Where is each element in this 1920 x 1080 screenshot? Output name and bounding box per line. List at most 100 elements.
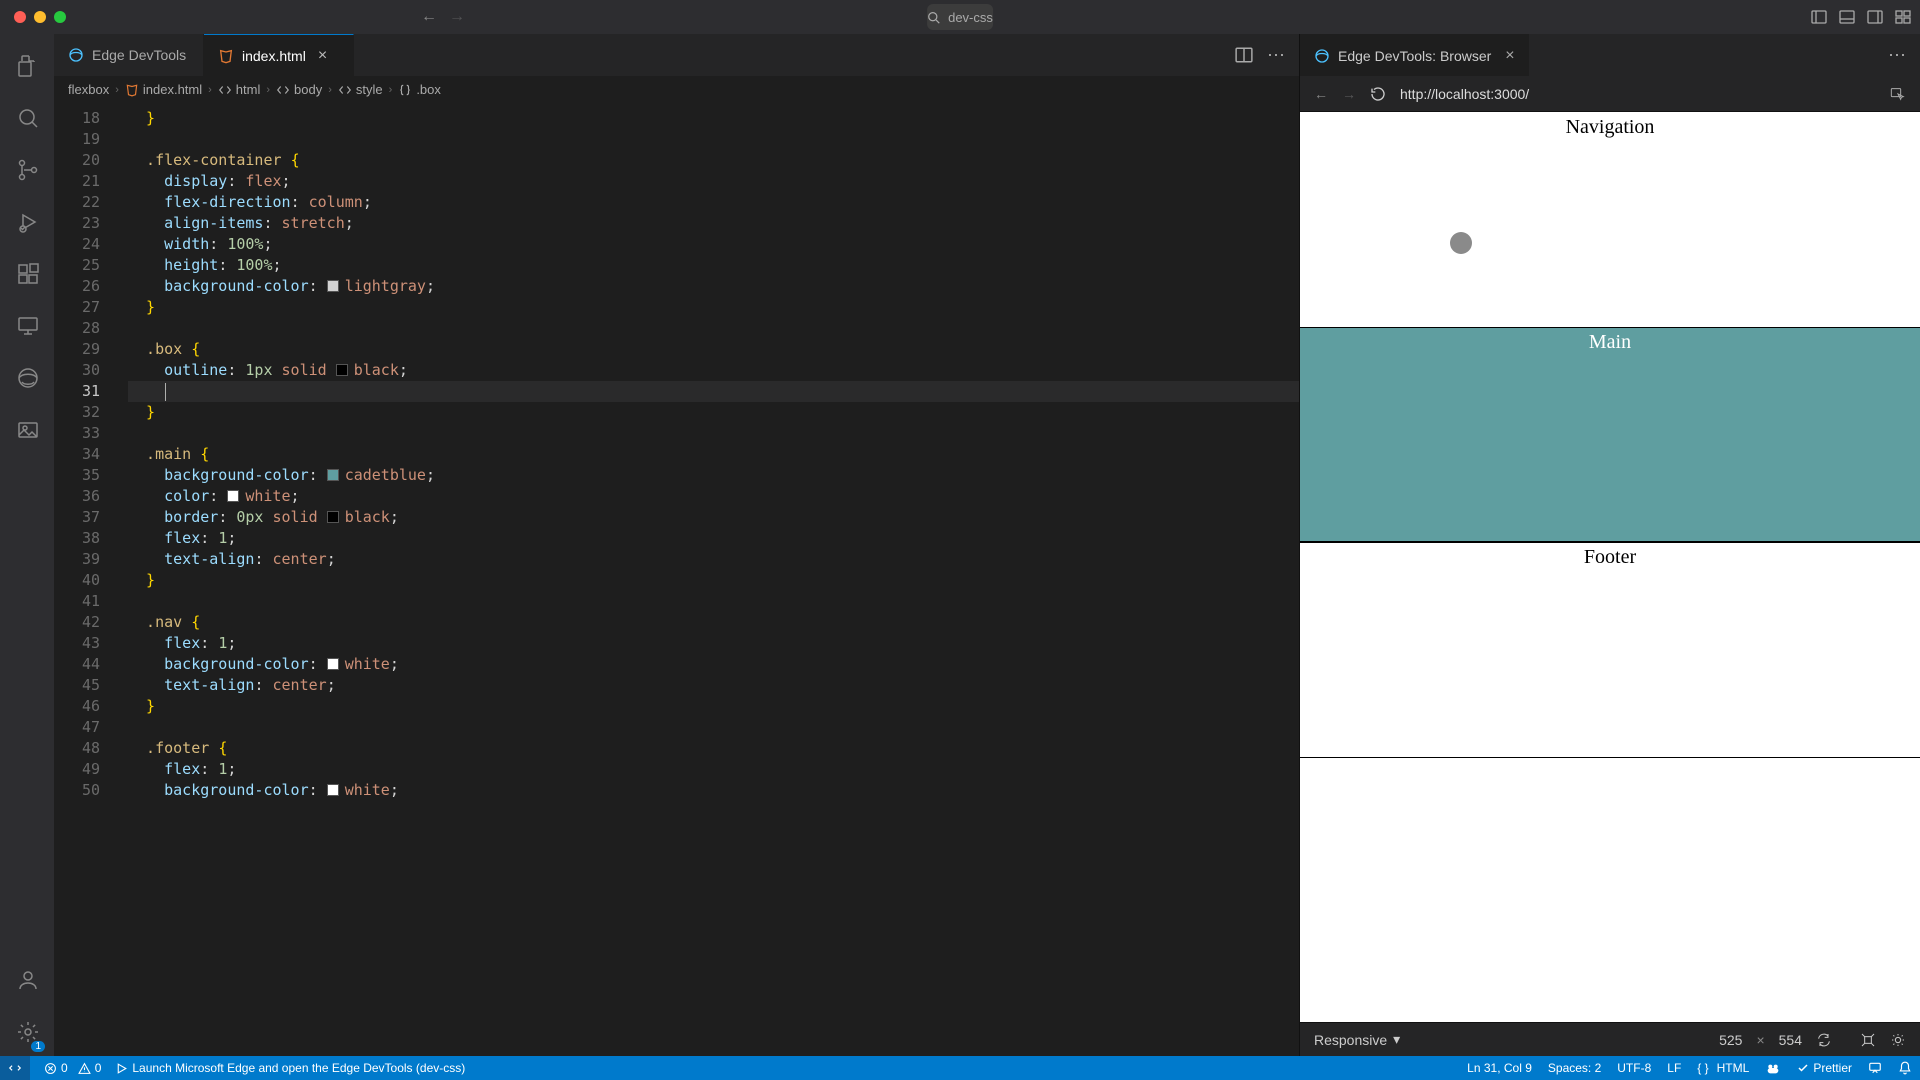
browser-forward-icon[interactable]: → [1342, 86, 1356, 102]
split-editor-icon[interactable] [1235, 46, 1253, 64]
maximize-window-button[interactable] [54, 11, 66, 23]
browser-reload-icon[interactable] [1370, 86, 1386, 102]
prettier-status[interactable]: Prettier [1797, 1061, 1852, 1075]
rotate-icon[interactable] [1816, 1032, 1832, 1048]
dimension-separator-icon: × [1756, 1032, 1764, 1048]
language-mode[interactable]: { }HTML [1697, 1061, 1749, 1075]
encoding-status[interactable]: UTF-8 [1617, 1061, 1651, 1075]
breadcrumb-item[interactable]: flexbox [68, 82, 109, 97]
close-window-button[interactable] [14, 11, 26, 23]
chevron-right-icon: › [115, 84, 119, 96]
breadcrumb-label: index.html [143, 82, 202, 97]
preview-nav-label: Navigation [1300, 112, 1920, 139]
screenshot-icon[interactable] [1860, 1032, 1876, 1048]
nav-forward-icon[interactable]: → [448, 8, 466, 26]
breadcrumb-item[interactable]: html [218, 82, 261, 97]
editor-group: Edge DevTools index.html × ⋯ flexbox › index… [54, 34, 1920, 1056]
extensions-icon[interactable] [3, 250, 51, 298]
copilot-icon[interactable] [1765, 1060, 1781, 1076]
breadcrumb-label: html [236, 82, 261, 97]
preview-main-section: Main [1300, 327, 1920, 542]
viewport-height[interactable]: 554 [1779, 1032, 1802, 1048]
editor-tab[interactable]: Edge DevTools [54, 34, 204, 76]
cursor-indicator-icon [1450, 232, 1472, 254]
emulate-css-icon[interactable] [1890, 1032, 1906, 1048]
main-row: 1 Edge DevTools index.html × ⋯ flexbox › ind… [0, 34, 1920, 1056]
remote-indicator[interactable] [0, 1056, 30, 1080]
edge-icon [1314, 48, 1330, 64]
more-actions-icon[interactable]: ⋯ [1267, 45, 1285, 66]
customize-layout-icon[interactable] [1894, 8, 1912, 26]
panel-left-icon[interactable] [1810, 8, 1828, 26]
command-center[interactable]: dev-css [927, 4, 993, 30]
indentation-status[interactable]: Spaces: 2 [1548, 1061, 1601, 1075]
breadcrumb-label: .box [416, 82, 441, 97]
chevron-down-icon: ▾ [1393, 1031, 1400, 1048]
device-toolbar: Responsive ▾ 525 × 554 [1300, 1022, 1920, 1056]
browser-tab-label: Edge DevTools: Browser [1338, 48, 1491, 64]
nav-back-icon[interactable]: ← [420, 8, 438, 26]
breadcrumb-item[interactable]: index.html [125, 82, 202, 97]
viewport-width[interactable]: 525 [1719, 1032, 1742, 1048]
eol-status[interactable]: LF [1667, 1061, 1681, 1075]
editor-tab[interactable]: index.html × [204, 34, 354, 76]
breadcrumb-label: flexbox [68, 82, 109, 97]
breadcrumb-icon [125, 83, 139, 97]
chevron-right-icon: › [328, 84, 332, 96]
url-text[interactable]: http://localhost:3000/ [1400, 86, 1529, 102]
title-nav: ← → [420, 8, 466, 26]
edge-tools-icon[interactable] [3, 354, 51, 402]
editor-pane: Edge DevTools index.html × ⋯ flexbox › index… [54, 34, 1300, 1056]
more-actions-icon[interactable]: ⋯ [1888, 45, 1906, 66]
preview-footer-label: Footer [1300, 542, 1920, 569]
breadcrumb-label: style [356, 82, 383, 97]
explorer-icon[interactable] [3, 42, 51, 90]
breadcrumb-item[interactable]: body [276, 82, 322, 97]
code-area[interactable]: } .flex-container { display: flex; flex-… [118, 104, 1299, 1056]
close-icon[interactable]: × [318, 47, 327, 65]
search-icon[interactable] [3, 94, 51, 142]
feedback-icon[interactable] [1868, 1061, 1882, 1075]
panel-right-icon[interactable] [1866, 8, 1884, 26]
breadcrumb-item[interactable]: style [338, 82, 383, 97]
notifications-icon[interactable] [1898, 1061, 1912, 1075]
browser-tab[interactable]: Edge DevTools: Browser × [1300, 34, 1529, 76]
images-icon[interactable] [3, 406, 51, 454]
settings-gear-icon[interactable]: 1 [3, 1008, 51, 1056]
device-mode-label: Responsive [1314, 1032, 1387, 1048]
minimize-window-button[interactable] [34, 11, 46, 23]
warning-count: 0 [95, 1061, 102, 1075]
inspect-icon[interactable] [1890, 86, 1906, 102]
close-icon[interactable]: × [1505, 47, 1514, 65]
accounts-icon[interactable] [3, 956, 51, 1004]
editor-tabs: Edge DevTools index.html × ⋯ [54, 34, 1299, 76]
layout-controls [1810, 8, 1912, 26]
breadcrumb-item[interactable]: .box [398, 82, 441, 97]
titlebar: ← → dev-css [0, 0, 1920, 34]
problems-indicator[interactable]: 0 0 [44, 1061, 101, 1075]
editor-tab-actions: ⋯ [1235, 34, 1299, 76]
preview-nav-section: Navigation [1300, 112, 1920, 327]
code-editor[interactable]: 1819202122232425262728293031323334353637… [54, 104, 1299, 1056]
tab-label: Edge DevTools [92, 47, 186, 63]
breadcrumb[interactable]: flexbox›index.html›html›body›style›.box [54, 76, 1299, 104]
line-gutter: 1819202122232425262728293031323334353637… [54, 104, 118, 1056]
tab-label: index.html [242, 48, 306, 64]
run-debug-icon[interactable] [3, 198, 51, 246]
breadcrumb-icon [218, 83, 232, 97]
panel-bottom-icon[interactable] [1838, 8, 1856, 26]
language-mode-label: HTML [1717, 1061, 1750, 1075]
source-control-icon[interactable] [3, 146, 51, 194]
activity-bar: 1 [0, 34, 54, 1056]
browser-back-icon[interactable]: ← [1314, 86, 1328, 102]
cursor-position[interactable]: Ln 31, Col 9 [1467, 1061, 1532, 1075]
device-mode-select[interactable]: Responsive ▾ [1314, 1031, 1400, 1048]
launch-task-label: Launch Microsoft Edge and open the Edge … [132, 1061, 465, 1075]
prettier-label: Prettier [1813, 1061, 1852, 1075]
launch-task-button[interactable]: Launch Microsoft Edge and open the Edge … [115, 1061, 465, 1075]
breadcrumb-icon [338, 83, 352, 97]
preview-viewport[interactable]: Navigation Main Footer [1300, 112, 1920, 1022]
remote-explorer-icon[interactable] [3, 302, 51, 350]
chevron-right-icon: › [208, 84, 212, 96]
chevron-right-icon: › [266, 84, 270, 96]
